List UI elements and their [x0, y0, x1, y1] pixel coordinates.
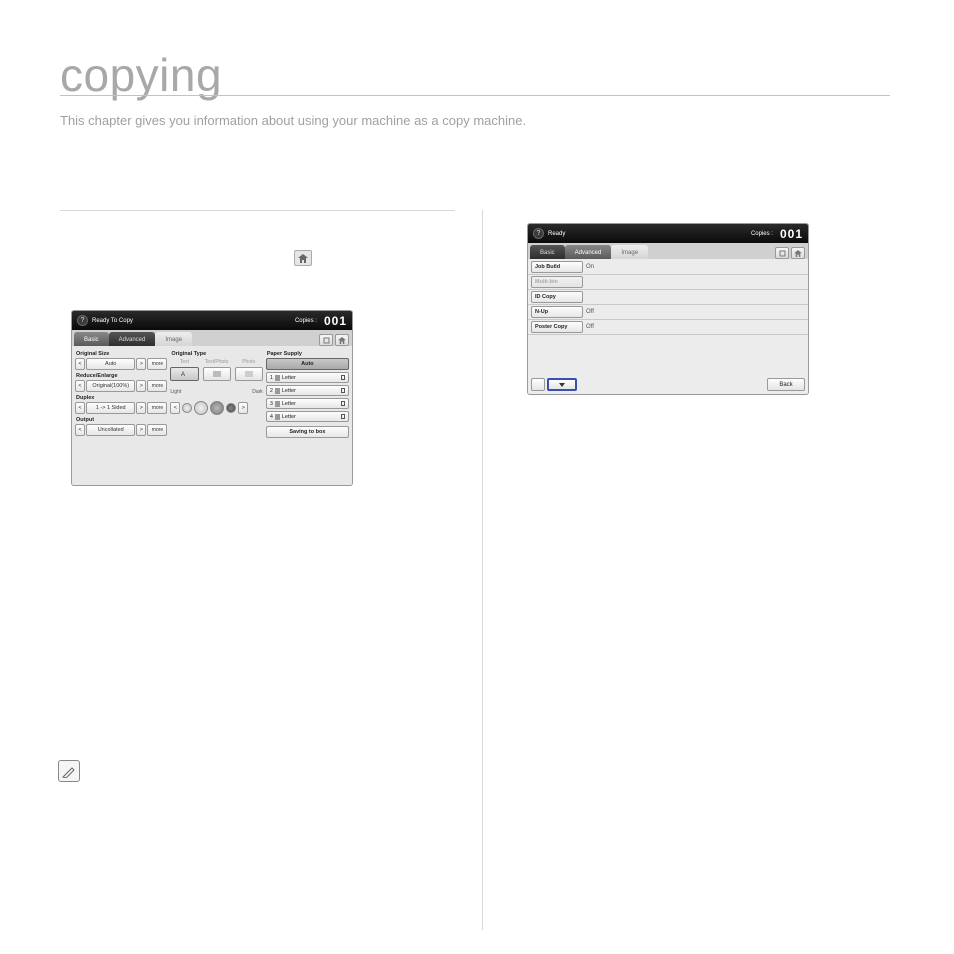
darkness-left-arrow[interactable]: < [170, 402, 180, 414]
screen-header: ? Ready Copies : 001 [528, 224, 808, 243]
help-icon[interactable]: ? [533, 228, 544, 239]
type-text-button[interactable]: A [170, 367, 198, 381]
tab-advanced[interactable]: Advanced [565, 245, 612, 259]
scroll-down-button[interactable] [547, 378, 577, 391]
column-divider [482, 210, 483, 930]
chevron-down-icon [559, 383, 565, 387]
original-size-value[interactable]: Auto [86, 358, 135, 370]
row-job-build[interactable]: Job Build On [528, 260, 808, 275]
status-text: Ready To Copy [92, 318, 133, 324]
copies-label: Copies : [295, 318, 317, 324]
multi-bin-key: Multi-bin [531, 276, 583, 288]
right-arrow[interactable]: > [136, 380, 146, 392]
column-rule [60, 210, 455, 211]
n-up-key: N-Up [531, 306, 583, 318]
id-copy-key: ID Copy [531, 291, 583, 303]
poster-copy-key: Poster Copy [531, 321, 583, 333]
tab-basic[interactable]: Basic [74, 332, 109, 346]
tab-advanced[interactable]: Advanced [109, 332, 156, 346]
help-icon[interactable]: ? [77, 315, 88, 326]
left-settings: Original Size < Auto > more Reduce/Enlar… [75, 349, 167, 482]
original-size-label: Original Size [76, 351, 167, 357]
page-subtitle: This chapter gives you information about… [60, 113, 526, 128]
duplex-value[interactable]: 1 -> 1 Sided [86, 402, 135, 414]
more-button[interactable]: more [147, 402, 167, 414]
type-textphoto-button[interactable] [203, 367, 231, 381]
left-arrow[interactable]: < [75, 358, 85, 370]
copies-label: Copies : [751, 231, 773, 237]
original-type-label: Original Type [171, 351, 262, 357]
reduce-enlarge-value[interactable]: Original(100%) [86, 380, 135, 392]
poster-copy-val: Off [586, 324, 594, 330]
right-arrow[interactable]: > [136, 424, 146, 436]
more-button[interactable]: more [147, 424, 167, 436]
right-settings: Paper Supply Auto 1Letter 2Letter 3Lette… [266, 349, 349, 482]
left-arrow[interactable]: < [75, 402, 85, 414]
type-photo-button[interactable] [235, 367, 263, 381]
tab-image[interactable]: Image [611, 245, 648, 259]
row-id-copy[interactable]: ID Copy [528, 290, 808, 305]
output-value[interactable]: Uncollated [86, 424, 135, 436]
dark-label: Dark [252, 389, 263, 395]
copies-value: 001 [324, 314, 347, 328]
darkness-dial[interactable]: < > [170, 401, 262, 415]
left-arrow[interactable]: < [75, 424, 85, 436]
tray-1[interactable]: 1Letter [266, 372, 349, 383]
page-title: copying [60, 48, 222, 102]
light-label: Light [170, 389, 181, 395]
row-poster-copy[interactable]: Poster Copy Off [528, 320, 808, 335]
job-build-key: Job Build [531, 261, 583, 273]
tray-2[interactable]: 2Letter [266, 385, 349, 396]
row-multi-bin: Multi-bin [528, 275, 808, 290]
row-n-up[interactable]: N-Up Off [528, 305, 808, 320]
more-button[interactable]: more [147, 358, 167, 370]
tab-image[interactable]: Image [155, 332, 192, 346]
tab-bar: Basic Advanced Image [72, 330, 352, 346]
back-button[interactable]: Back [767, 378, 805, 391]
n-up-val: Off [586, 309, 594, 315]
paper-supply-label: Paper Supply [267, 351, 349, 357]
toolbar-icon-a[interactable] [319, 334, 333, 346]
svg-text:A: A [181, 372, 185, 377]
copy-screen-basic: ? Ready To Copy Copies : 001 Basic Advan… [72, 311, 352, 485]
right-arrow[interactable]: > [136, 358, 146, 370]
tab-bar: Basic Advanced Image [528, 243, 808, 259]
toolbar-home-icon[interactable] [335, 334, 349, 346]
right-arrow[interactable]: > [136, 402, 146, 414]
paper-auto-button[interactable]: Auto [266, 358, 349, 370]
tray-3[interactable]: 3Letter [266, 398, 349, 409]
toolbar-icon-a[interactable] [775, 247, 789, 259]
type-labels: Text Text/Photo Photo [170, 359, 262, 365]
more-button[interactable]: more [147, 380, 167, 392]
left-arrow[interactable]: < [75, 380, 85, 392]
duplex-label: Duplex [76, 395, 167, 401]
toolbar-home-icon[interactable] [791, 247, 805, 259]
saving-to-box-button[interactable]: Saving to box [266, 426, 349, 438]
home-icon [294, 250, 312, 266]
advanced-list: Job Build On Multi-bin ID Copy N-Up Off … [528, 259, 808, 394]
darkness-right-arrow[interactable]: > [238, 402, 248, 414]
copy-screen-advanced: ? Ready Copies : 001 Basic Advanced Imag… [528, 224, 808, 394]
screen-header: ? Ready To Copy Copies : 001 [72, 311, 352, 330]
title-rule [60, 95, 890, 96]
scroll-up-button[interactable] [531, 378, 545, 391]
middle-settings: Original Type Text Text/Photo Photo A Li… [170, 349, 262, 482]
status-text: Ready [548, 231, 565, 237]
copies-value: 001 [780, 227, 803, 241]
note-icon [58, 760, 80, 782]
job-build-val: On [586, 264, 594, 270]
reduce-enlarge-label: Reduce/Enlarge [76, 373, 167, 379]
output-label: Output [76, 417, 167, 423]
tab-basic[interactable]: Basic [530, 245, 565, 259]
tray-4[interactable]: 4Letter [266, 411, 349, 422]
